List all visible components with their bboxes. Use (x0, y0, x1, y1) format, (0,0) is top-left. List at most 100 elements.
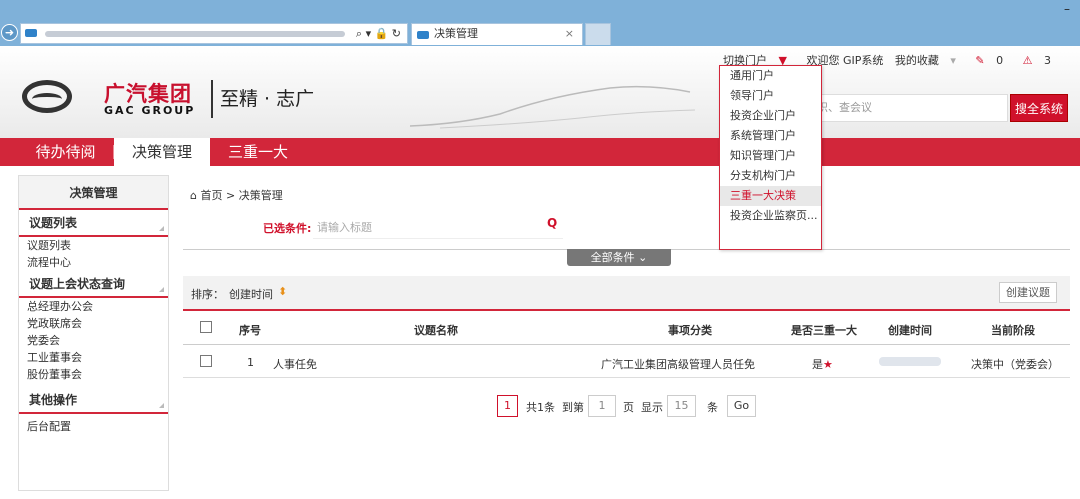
filter-bar: 已选条件: 请输入标题 Q (183, 214, 563, 240)
global-search-button[interactable]: 搜全系统 (1010, 94, 1068, 122)
row-checkbox[interactable] (200, 355, 212, 367)
menu-item-general-portal[interactable]: 通用门户 (720, 66, 821, 86)
all-conditions-label: 全部条件 (590, 251, 635, 264)
go-button[interactable]: Go (727, 395, 756, 417)
minimize-button[interactable]: – (1064, 2, 1070, 16)
row-no: 1 (247, 356, 254, 369)
goto-label: 到第 (562, 401, 584, 414)
sidebar-section-other[interactable]: 其他操作 (19, 387, 168, 414)
menu-item-branch-portal[interactable]: 分支机构门户 (720, 166, 821, 186)
menu-item-knowledge-portal[interactable]: 知识管理门户 (720, 146, 821, 166)
collapse-corner-icon (159, 226, 164, 231)
nav-item-todo[interactable]: 待办待阅 (18, 138, 113, 166)
sidebar-item-industry-board[interactable]: 工业董事会 (19, 349, 168, 366)
page-unit: 页 (623, 401, 634, 414)
create-topic-button[interactable]: 创建议题 (999, 282, 1057, 303)
sidebar-item-process-center[interactable]: 流程中心 (19, 254, 168, 271)
browser-tab[interactable]: 决策管理 × (411, 23, 583, 45)
sidebar-item-gm-meeting[interactable]: 总经理办公会 (19, 298, 168, 315)
sort-label: 排序： (191, 288, 224, 301)
row-name[interactable]: 人事任免 (273, 356, 317, 372)
back-arrow-icon[interactable]: ➜ (1, 24, 18, 41)
chevron-down-icon: ⌄ (638, 251, 648, 264)
alert-notice[interactable]: ⚠ 3 (1023, 54, 1059, 67)
row-stage: 决策中（党委会） (971, 358, 1059, 371)
header-category: 事项分类 (668, 324, 712, 337)
gac-logo-icon (22, 80, 72, 113)
tab-close-icon[interactable]: × (565, 24, 574, 44)
new-tab-button[interactable] (585, 23, 611, 45)
search-icon[interactable]: Q (547, 216, 557, 230)
page-size-input[interactable]: 15 (667, 395, 696, 417)
tab-favicon-icon (417, 31, 429, 39)
section-label: 议题上会状态查询 (29, 277, 126, 291)
favorites-label: 我的收藏 (894, 54, 939, 67)
star-icon: ★ (823, 358, 833, 371)
section-label: 其他操作 (29, 393, 78, 407)
nav-item-major[interactable]: 三重一大 (218, 138, 298, 166)
input-underline (313, 238, 563, 239)
portal-switch-menu: 通用门户 领导门户 投资企业门户 系统管理门户 知识管理门户 分支机构门户 三重… (719, 65, 822, 250)
sidebar-item-share-board[interactable]: 股份董事会 (19, 366, 168, 383)
header-name: 议题名称 (414, 324, 458, 337)
edit-notice[interactable]: ✎ 0 (975, 54, 1011, 67)
sidebar-section-status[interactable]: 议题上会状态查询 (19, 271, 168, 298)
filter-label: 已选条件: (263, 222, 312, 235)
section-label: 议题列表 (29, 216, 78, 230)
edit-icon: ✎ (975, 54, 985, 67)
show-label: 显示 (641, 401, 663, 414)
sort-by-created-time[interactable]: 创建时间 (229, 286, 273, 302)
global-search-input[interactable]: 识、查会议 (810, 94, 1008, 122)
sidebar-section-topics[interactable]: 议题列表 (19, 210, 168, 237)
all-conditions-toggle[interactable]: 全部条件 ⌄ (567, 249, 671, 266)
address-bar[interactable]: ⌕ ▾ 🔒 ↻ (20, 23, 408, 44)
warning-icon: ⚠ (1022, 54, 1033, 67)
sidebar: 决策管理 议题列表 议题列表 流程中心 议题上会状态查询 总经理办公会 党政联席… (18, 175, 169, 491)
menu-item-system-admin-portal[interactable]: 系统管理门户 (720, 126, 821, 146)
breadcrumb-home[interactable]: 首页 (200, 189, 222, 202)
goto-page-input[interactable]: 1 (588, 395, 616, 417)
alert-count: 3 (1044, 54, 1051, 67)
sidebar-title: 决策管理 (19, 176, 168, 210)
menu-item-major-decision[interactable]: 三重一大决策 (720, 186, 821, 206)
page-current[interactable]: 1 (497, 395, 518, 417)
is-major-value: 是 (812, 358, 823, 371)
row-category: 广汽工业集团高级管理人员任免 (601, 358, 755, 371)
menu-item-investment-supervision[interactable]: 投资企业监察页... (720, 206, 821, 226)
header-no: 序号 (239, 324, 261, 337)
header-is-major: 是否三重一大 (791, 324, 857, 337)
breadcrumb: ⌂ 首页 > 决策管理 (190, 187, 283, 203)
favorites-link[interactable]: 我的收藏 ▾ (895, 52, 964, 68)
collapse-corner-icon (159, 287, 164, 292)
sidebar-item-joint-meeting[interactable]: 党政联席会 (19, 315, 168, 332)
address-bar-icons[interactable]: ⌕ ▾ 🔒 ↻ (356, 27, 401, 41)
header-stage: 当前阶段 (991, 324, 1035, 337)
row-is-major: 是★ (812, 356, 833, 372)
sidebar-item-party-committee[interactable]: 党委会 (19, 332, 168, 349)
tab-title: 决策管理 (434, 27, 478, 40)
address-url-redacted (45, 31, 345, 37)
logo-divider (211, 80, 213, 118)
created-time-redacted (879, 357, 941, 366)
sidebar-item-topic-list[interactable]: 议题列表 (19, 237, 168, 254)
site-favicon-icon (25, 29, 37, 37)
menu-item-investment-portal[interactable]: 投资企业门户 (720, 106, 821, 126)
favorites-chevron-icon: ▾ (950, 54, 956, 67)
sidebar-item-admin-config[interactable]: 后台配置 (19, 418, 168, 435)
header-created: 创建时间 (888, 324, 932, 337)
logo-english: GAC GROUP (104, 104, 196, 117)
title-search-input[interactable]: 请输入标题 (317, 219, 372, 235)
collapse-corner-icon (159, 403, 164, 408)
car-silhouette-image (409, 85, 696, 129)
menu-item-leader-portal[interactable]: 领导门户 (720, 86, 821, 106)
logo-slogan: 至精 · 志广 (220, 88, 315, 110)
browser-chrome: ➜ ⌕ ▾ 🔒 ↻ 决策管理 × – (0, 0, 1080, 46)
select-all-checkbox[interactable] (200, 321, 212, 333)
size-unit: 条 (707, 401, 718, 414)
home-icon[interactable]: ⌂ (190, 189, 197, 202)
nav-item-decision[interactable]: 决策管理 (114, 138, 210, 166)
sort-arrows-icon[interactable]: ⬍ (278, 285, 287, 298)
main-nav: 待办待阅 决策管理 三重一大 (0, 138, 1080, 166)
page-total: 共1条 (526, 401, 555, 414)
table-row[interactable]: 1 人事任免 广汽工业集团高级管理人员任免 是★ 决策中（党委会） (183, 345, 1070, 378)
